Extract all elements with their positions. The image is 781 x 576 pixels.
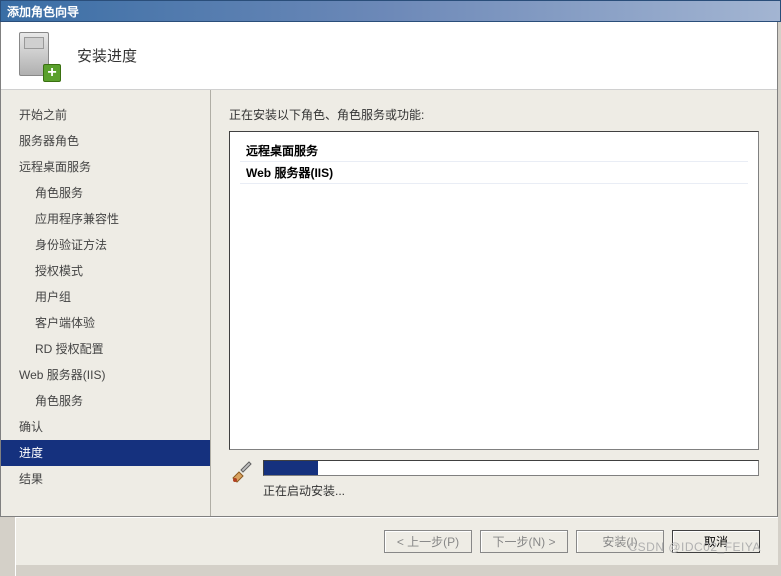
progress-fill [264, 461, 318, 475]
page-title: 安装进度 [77, 45, 137, 66]
sidebar-step-0: 开始之前 [1, 102, 210, 128]
roles-list-box: 远程桌面服务Web 服务器(IIS) [229, 131, 759, 450]
window-body: + 安装进度 开始之前服务器角色远程桌面服务角色服务应用程序兼容性身份验证方法授… [0, 22, 778, 517]
progress-area: 正在启动安装... [229, 460, 759, 506]
sidebar-step-9: RD 授权配置 [1, 336, 210, 362]
sidebar-step-11: 角色服务 [1, 388, 210, 414]
role-row-1: Web 服务器(IIS) [240, 162, 748, 184]
sidebar-step-10: Web 服务器(IIS) [1, 362, 210, 388]
sidebar-step-14: 结果 [1, 466, 210, 492]
install-description: 正在安装以下角色、角色服务或功能: [229, 106, 759, 123]
sidebar-step-8: 客户端体验 [1, 310, 210, 336]
sidebar-step-4: 应用程序兼容性 [1, 206, 210, 232]
role-row-0: 远程桌面服务 [240, 140, 748, 162]
sidebar-step-1: 服务器角色 [1, 128, 210, 154]
sidebar-step-12: 确认 [1, 414, 210, 440]
progress-stack: 正在启动安装... [263, 460, 759, 499]
sidebar-step-13: 进度 [1, 440, 210, 466]
server-add-icon: + [17, 32, 59, 80]
main-panel: 正在安装以下角色、角色服务或功能: 远程桌面服务Web 服务器(IIS) 正在启… [211, 90, 777, 516]
progress-bar [263, 460, 759, 476]
next-button: 下一步(N) > [480, 530, 568, 553]
installer-icon [229, 460, 253, 484]
watermark-text: CSDN @IDC02_FEIYA [629, 540, 762, 554]
sidebar-step-6: 授权模式 [1, 258, 210, 284]
sidebar-step-3: 角色服务 [1, 180, 210, 206]
wizard-steps-sidebar: 开始之前服务器角色远程桌面服务角色服务应用程序兼容性身份验证方法授权模式用户组客… [1, 90, 211, 516]
wizard-header: + 安装进度 [1, 22, 777, 90]
window-titlebar: 添加角色向导 [0, 0, 781, 22]
sidebar-step-2: 远程桌面服务 [1, 154, 210, 180]
content-area: 开始之前服务器角色远程桌面服务角色服务应用程序兼容性身份验证方法授权模式用户组客… [1, 90, 777, 516]
sidebar-step-5: 身份验证方法 [1, 232, 210, 258]
progress-status-text: 正在启动安装... [263, 482, 759, 499]
sidebar-step-7: 用户组 [1, 284, 210, 310]
window-title: 添加角色向导 [7, 3, 79, 20]
decorative-strip [0, 517, 16, 576]
prev-button: < 上一步(P) [384, 530, 472, 553]
